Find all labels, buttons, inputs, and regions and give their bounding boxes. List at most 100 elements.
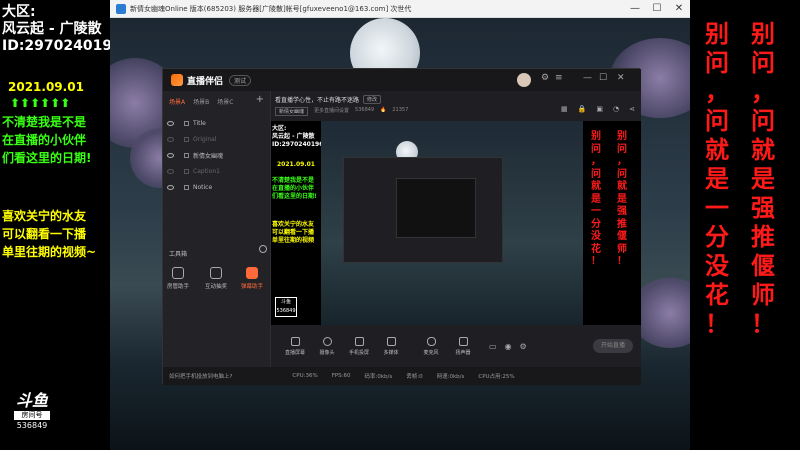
tab-scene-b[interactable]: 场景B [193, 97, 209, 106]
tab-scene-a[interactable]: 场景A [169, 97, 185, 106]
grid-icon[interactable]: ▦ [561, 105, 568, 113]
tool-room-admin[interactable]: 房管助手 [163, 267, 193, 290]
speaker-icon [458, 336, 468, 346]
layer-item[interactable]: Title [163, 116, 270, 130]
edit-title-button[interactable]: 修改 [363, 95, 382, 104]
layer-item[interactable]: 新倩女幽魂 [163, 148, 270, 162]
slogan-char: ！ [591, 256, 601, 267]
minimize-icon[interactable]: — [624, 0, 646, 18]
eye-icon[interactable] [167, 184, 174, 190]
ctrl-label: 麦克风 [423, 349, 439, 356]
tab-scene-c[interactable]: 场景C [217, 97, 233, 106]
slogan-char: ， [617, 156, 627, 167]
app-icon [116, 3, 126, 14]
slogan-char: 花 [591, 243, 601, 255]
arrow-icons: ⬆⬆⬆⬆⬆⬆ [10, 96, 71, 110]
slogan-char: ！ [705, 310, 729, 338]
layer-label: Original [193, 135, 217, 143]
pv-fans-2: 可以翻看一下播 [272, 229, 315, 236]
note-line-2: 在直播的小伙伴 [2, 133, 87, 147]
screen-capture-button[interactable]: 直播屏幕 [279, 336, 311, 356]
slogan-char: ， [591, 156, 601, 167]
slogan-char: 是 [617, 193, 627, 205]
layer-label: 新倩女幽魂 [193, 152, 224, 160]
left-info-overlay: 大区: 风云起 - 广陵散 ID:2970240196 2021.09.01 ⬆… [0, 0, 122, 450]
avatar[interactable] [517, 73, 531, 87]
nested-inner-preview [396, 178, 476, 238]
phone-icon [354, 336, 364, 346]
lock-icon[interactable] [184, 136, 189, 142]
settings-icon[interactable]: ⚙ [541, 73, 549, 83]
server-label: 大区: [2, 4, 36, 20]
share-icon[interactable]: ⋖ [629, 105, 635, 113]
tool-lottery[interactable]: 互动抽奖 [201, 267, 231, 290]
streamer-name: 风云起 - 广陵散 [2, 21, 102, 37]
slogan-char: 问 [705, 49, 729, 77]
ctrl-label: 扬声器 [455, 349, 471, 356]
stream-preview[interactable]: 大区: 风云起 - 广陵散 ID:2970240196 2021.09.01 不… [271, 121, 641, 325]
eye-icon[interactable] [167, 120, 174, 126]
lock-icon[interactable]: 🔒 [578, 105, 587, 113]
maximize-icon[interactable]: ☐ [646, 0, 668, 18]
lock-icon[interactable] [184, 152, 189, 158]
window-title: 新倩女幽魂Online 版本(685203) 服务器[广陵散]帐号[gfuxev… [130, 4, 412, 13]
minimize-icon[interactable]: — [583, 73, 592, 83]
toolbox-toggle-icon[interactable] [259, 245, 267, 253]
status-help-link[interactable]: 如何把手机投放到电脑上? [169, 372, 232, 380]
layer-label: Caption1 [193, 167, 220, 175]
slogan-char: 分 [705, 223, 729, 251]
microphone-button[interactable]: 麦克风 [415, 336, 447, 356]
layer-item[interactable]: Original [163, 132, 270, 146]
media-button[interactable]: 多媒体 [375, 336, 407, 356]
layer-item[interactable]: Notice [163, 180, 270, 194]
eye-icon[interactable] [167, 168, 174, 174]
slogan-char: 没 [705, 252, 729, 280]
maximize-icon[interactable]: ☐ [599, 73, 607, 83]
camera-button[interactable]: 摄像头 [311, 336, 343, 356]
studio-logo: 直播伴侣 [171, 74, 223, 87]
slogan-char: 问 [591, 168, 601, 180]
eye-icon[interactable]: ◉ [505, 342, 512, 351]
close-icon[interactable]: ✕ [617, 73, 625, 83]
pv-date: 2021.09.01 [277, 161, 315, 168]
studio-logo-icon [171, 74, 183, 86]
version-badge[interactable]: 测试 [229, 74, 252, 86]
pv-id: ID:2970240196 [272, 141, 324, 148]
bell-icon[interactable]: ◔ [613, 105, 619, 113]
status-net: 网速:0kb/s [436, 374, 465, 380]
fan-line-1: 喜欢关宁的水友 [2, 209, 87, 223]
category-badge[interactable]: 新倩女幽魂 [275, 107, 309, 116]
gift-icon [210, 267, 222, 279]
pv-streamer: 风云起 - 广陵散 [272, 133, 315, 140]
add-scene-icon[interactable]: + [256, 94, 264, 105]
layer-item[interactable]: Caption1 [163, 164, 270, 178]
lock-icon[interactable] [184, 120, 189, 126]
lock-icon[interactable] [184, 184, 189, 190]
slogan-char: 分 [591, 218, 601, 230]
gear-icon[interactable]: ⚙ [520, 342, 527, 351]
slogan-char: 问 [751, 49, 775, 77]
slogan-char: 强 [617, 206, 627, 217]
eye-icon[interactable] [167, 136, 174, 142]
start-live-button[interactable]: 开始直播 [593, 339, 633, 353]
speaker-button[interactable]: 扬声器 [447, 336, 479, 356]
ctrl-label: 手机投屏 [348, 349, 369, 356]
nested-preview [343, 157, 503, 263]
room-settings-link[interactable]: 更多直播间设置 [314, 107, 349, 116]
slogan-char: 是 [751, 165, 775, 193]
menu-icon[interactable]: ≡ [555, 73, 563, 83]
slogan-char: 问 [617, 168, 627, 180]
tool-danmu[interactable]: 弹幕助手 [237, 267, 267, 290]
lock-icon[interactable] [184, 168, 189, 174]
slogan-char: 问 [617, 143, 627, 155]
record-icon[interactable]: ▭ [489, 342, 497, 351]
phone-cast-button[interactable]: 手机投屏 [343, 336, 375, 356]
layout-icon[interactable]: ▣ [596, 105, 603, 113]
layer-label: Title [193, 119, 206, 127]
pv-note-1: 不清楚我是不是 [272, 177, 315, 184]
close-icon[interactable]: ✕ [668, 0, 690, 18]
slogan-char: ！ [617, 256, 627, 267]
tool-label: 互动抽奖 [204, 284, 227, 290]
status-fps: FPS:60 [331, 373, 351, 379]
eye-icon[interactable] [167, 152, 174, 158]
